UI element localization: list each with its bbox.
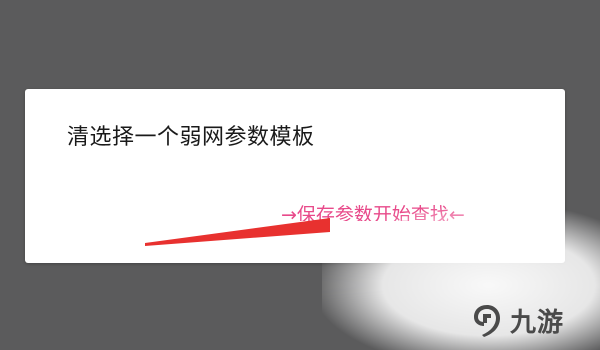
annotation-label: →保存参数开始查找← <box>281 204 465 221</box>
watermark-brand-text: 九游 <box>510 307 565 338</box>
nine-game-logo-icon <box>474 305 500 337</box>
watermark: 九游 <box>470 300 564 340</box>
template-select-dialog: 清选择一个弱网参数模板 →保存参数开始查找← <box>25 89 565 263</box>
dialog-title: 清选择一个弱网参数模板 <box>67 125 315 150</box>
